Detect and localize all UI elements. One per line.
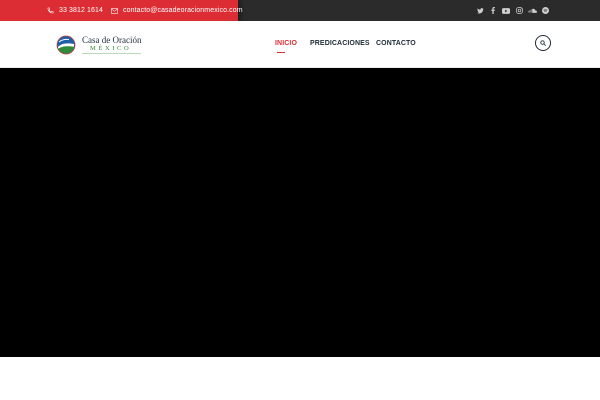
facebook-icon[interactable] xyxy=(487,0,499,21)
social-links xyxy=(473,0,551,21)
main-nav: INICIO PREDICACIONES CONTACTO xyxy=(0,21,600,67)
youtube-icon[interactable] xyxy=(500,0,512,21)
instagram-icon[interactable] xyxy=(513,0,525,21)
nav-item-contacto[interactable]: CONTACTO xyxy=(376,40,416,47)
nav-item-inicio[interactable]: INICIO xyxy=(275,40,297,53)
spotify-icon[interactable] xyxy=(539,0,551,21)
nav-item-label: INICIO xyxy=(275,40,297,47)
search-icon xyxy=(540,40,546,46)
nav-item-label: CONTACTO xyxy=(376,40,416,47)
nav-item-label: PREDICACIONES xyxy=(310,40,370,47)
email-contact[interactable]: contacto@casadeoracionmexico.com xyxy=(111,0,243,21)
hero-video[interactable] xyxy=(0,68,600,357)
page: 33 3812 1614 contacto@casadeoracionmexic… xyxy=(0,0,600,400)
envelope-icon xyxy=(111,7,118,14)
search-button[interactable] xyxy=(535,35,551,51)
twitter-icon[interactable] xyxy=(474,0,486,21)
phone-contact[interactable]: 33 3812 1614 xyxy=(47,0,103,21)
email-address: contacto@casadeoracionmexico.com xyxy=(123,7,243,14)
nav-item-predicaciones[interactable]: PREDICACIONES xyxy=(310,40,370,47)
top-bar: 33 3812 1614 contacto@casadeoracionmexic… xyxy=(0,0,600,21)
phone-number: 33 3812 1614 xyxy=(59,7,104,14)
phone-icon xyxy=(47,7,54,14)
soundcloud-icon[interactable] xyxy=(526,0,538,21)
active-nav-indicator xyxy=(277,52,285,53)
content-area xyxy=(0,357,600,400)
